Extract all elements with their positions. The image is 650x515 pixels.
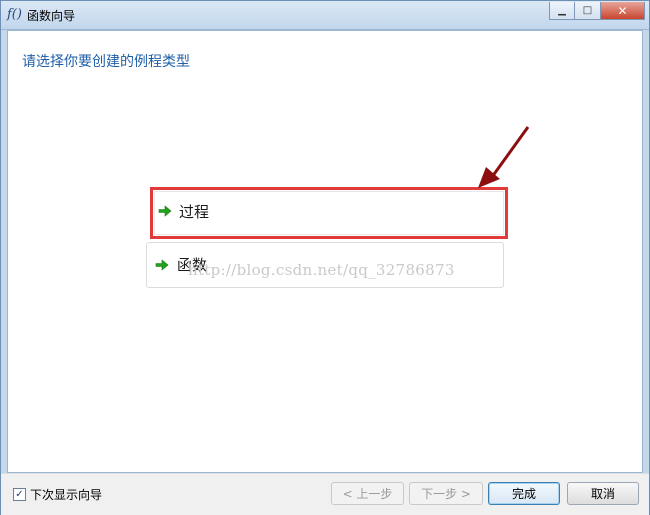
checkmark-icon: ✓ — [15, 488, 24, 500]
wizard-content: 请选择你要创建的例程类型 过程 函数 http://blog.csdn.net/… — [7, 30, 643, 473]
minimize-button[interactable]: ▁ — [549, 2, 575, 20]
maximize-icon: □ — [582, 5, 593, 16]
function-wizard-window: f() 函数向导 ▁ □ ✕ 请选择你要创建的例程类型 过程 函数 http:/… — [0, 0, 650, 515]
wizard-footer: ✓ 下次显示向导 < 上一步 下一步 > 完成 取消 — [1, 473, 649, 515]
show-wizard-next-time[interactable]: ✓ 下次显示向导 — [13, 486, 102, 503]
close-button[interactable]: ✕ — [601, 2, 645, 20]
option-procedure-label: 过程 — [179, 203, 210, 221]
close-icon: ✕ — [617, 3, 628, 18]
maximize-button[interactable]: □ — [575, 2, 601, 20]
window-title: 函数向导 — [27, 9, 76, 23]
green-right-arrow-icon — [155, 259, 169, 271]
option-procedure[interactable]: 过程 — [150, 187, 508, 239]
green-right-arrow-icon — [158, 205, 172, 217]
page-heading: 请选择你要创建的例程类型 — [22, 54, 190, 70]
minimize-icon: ▁ — [558, 5, 566, 16]
cancel-button[interactable]: 取消 — [567, 482, 639, 505]
show-next-time-label: 下次显示向导 — [30, 488, 103, 502]
function-icon: f() — [7, 7, 22, 22]
previous-step-button[interactable]: < 上一步 — [331, 482, 404, 505]
finish-button[interactable]: 完成 — [488, 482, 560, 505]
window-controls: ▁ □ ✕ — [549, 2, 645, 20]
title-bar[interactable]: f() 函数向导 ▁ □ ✕ — [1, 1, 649, 30]
option-function-label: 函数 — [177, 256, 208, 274]
option-function[interactable]: 函数 — [146, 242, 504, 288]
show-next-time-checkbox[interactable]: ✓ — [13, 488, 26, 501]
next-step-button[interactable]: 下一步 > — [409, 482, 483, 505]
